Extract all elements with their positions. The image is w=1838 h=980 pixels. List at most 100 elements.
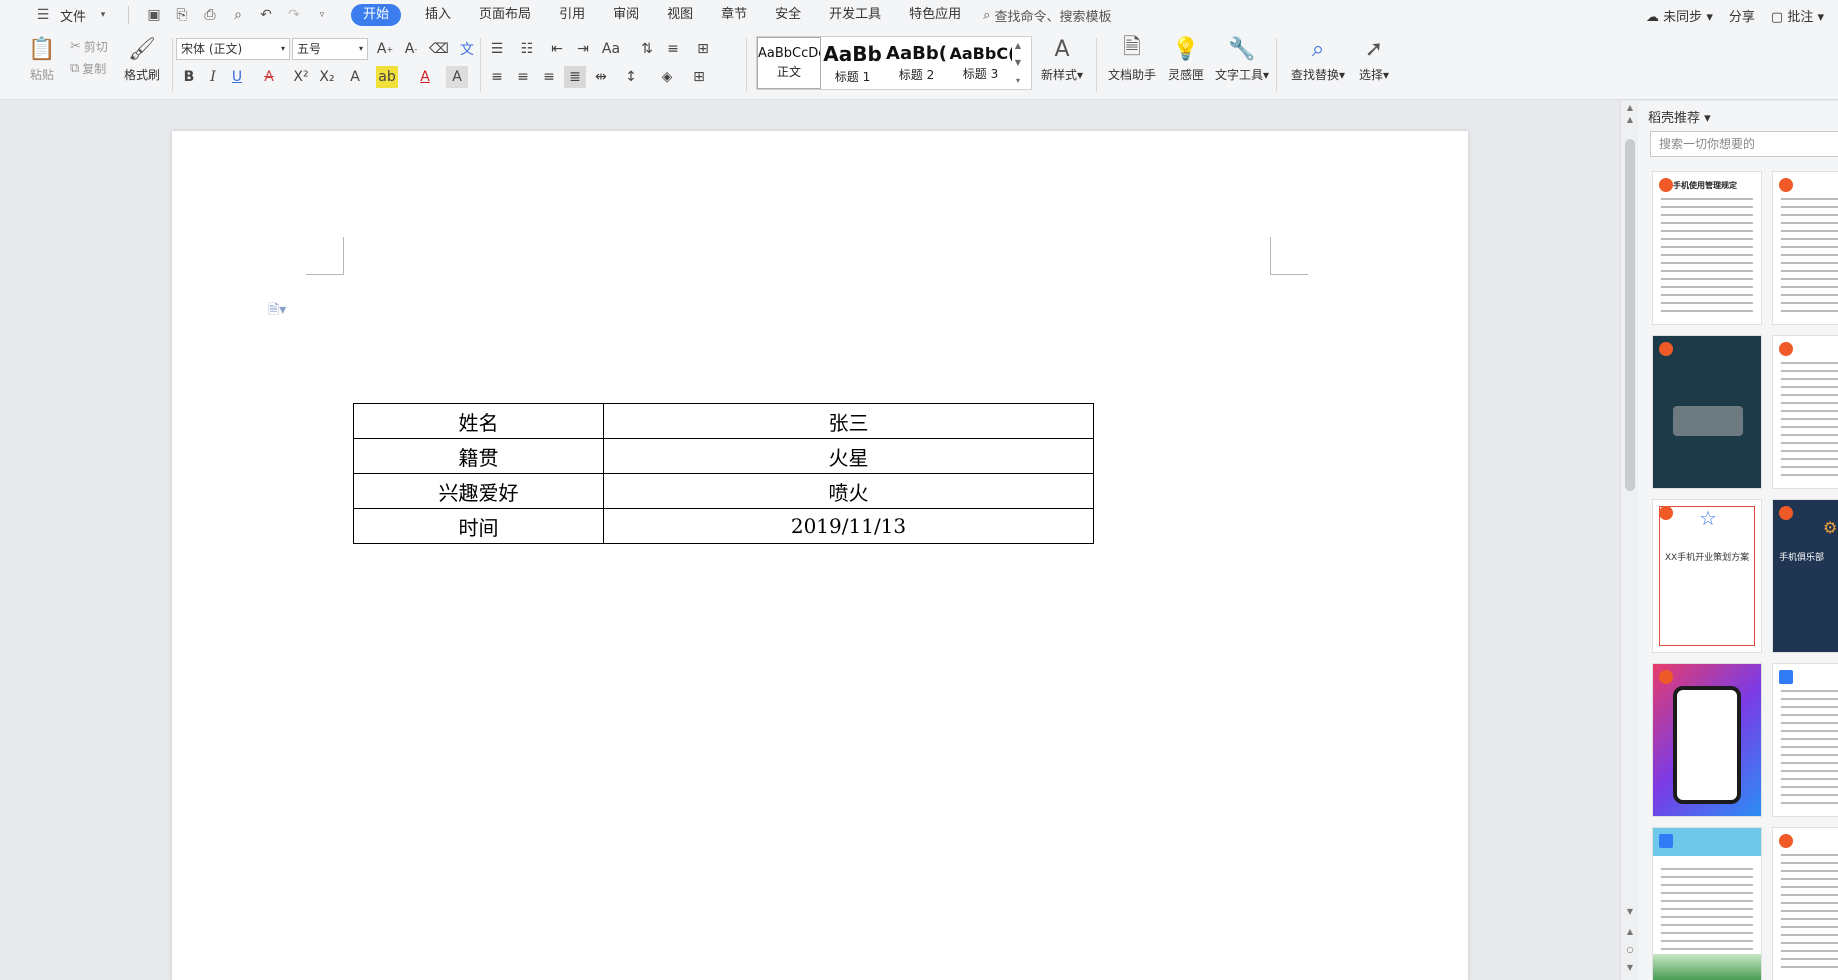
pane-title[interactable]: 稻壳推荐 ▾: [1648, 107, 1711, 126]
grow-font-icon[interactable]: A +: [374, 38, 396, 60]
table-cell[interactable]: 2019/11/13: [603, 508, 1094, 544]
print-preview-icon[interactable]: ⌕: [227, 4, 249, 26]
comment-button[interactable]: ▢ 批注 ▾: [1771, 6, 1824, 25]
shading-icon[interactable]: ◈: [656, 66, 678, 88]
print-icon[interactable]: ⎙: [199, 4, 221, 26]
sync-status[interactable]: ☁ 未同步 ▾: [1646, 6, 1713, 25]
doc-assistant-button[interactable]: 🗎 文档助手: [1104, 34, 1160, 83]
style-heading-3[interactable]: AaBbC( 标题 3: [949, 37, 1013, 89]
numbered-list-icon[interactable]: ☷: [516, 38, 538, 60]
tab-view[interactable]: 视图: [653, 0, 707, 30]
save-icon[interactable]: ▣: [143, 4, 165, 26]
template-search-input[interactable]: 搜索一切你想要的: [1650, 131, 1838, 157]
template-thumbnail[interactable]: [1772, 827, 1838, 980]
copy-button[interactable]: ⧉ 复制: [70, 60, 106, 77]
style-heading-2[interactable]: AaBb( 标题 2: [885, 37, 949, 89]
tab-review[interactable]: 审阅: [599, 0, 653, 30]
template-thumbnail[interactable]: [1652, 827, 1762, 980]
table-borders-icon[interactable]: ⊞: [688, 66, 710, 88]
template-thumbnail[interactable]: [1652, 663, 1762, 817]
tab-page-layout[interactable]: 页面布局: [465, 0, 545, 30]
table-cell[interactable]: 姓名: [353, 403, 604, 439]
redo-icon[interactable]: ↷: [283, 4, 305, 26]
clear-format-icon[interactable]: ⌫: [428, 38, 450, 60]
scroll-top-icon[interactable]: ▲: [1621, 115, 1639, 124]
customize-icon[interactable]: ▿: [311, 4, 333, 26]
style-normal[interactable]: AaBbCcDd 正文: [757, 37, 821, 89]
file-menu[interactable]: ☰ 文件 ▾: [24, 4, 122, 26]
align-center-icon[interactable]: ≡: [512, 66, 534, 88]
find-replace-button[interactable]: ⌕ 查找替换▾: [1290, 34, 1346, 83]
undo-icon[interactable]: ↶: [255, 4, 277, 26]
text-tools-button[interactable]: 🔧 文字工具▾: [1214, 34, 1270, 83]
select-browse-icon[interactable]: ○: [1621, 945, 1639, 954]
tab-insert[interactable]: 插入: [411, 0, 465, 30]
command-search[interactable]: ⌕ 查找命令、搜索模板: [983, 6, 1111, 25]
format-painter-button[interactable]: 🖌 格式刷: [114, 34, 170, 83]
table-cell[interactable]: 兴趣爱好: [353, 473, 604, 509]
cut-button[interactable]: ✂ 剪切: [70, 38, 108, 55]
template-thumbnail[interactable]: ☆ XX手机开业策划方案: [1652, 499, 1762, 653]
document-page[interactable]: 🗎▾ 姓名 张三 籍贯 火星 兴趣爱好 喷火 时间 2019/11/13: [172, 131, 1468, 980]
font-name-select[interactable]: 宋体 (正文) ▾: [176, 38, 290, 60]
tab-security[interactable]: 安全: [761, 0, 815, 30]
table-cell[interactable]: 张三: [603, 403, 1094, 439]
text-effect-icon[interactable]: A: [344, 66, 366, 88]
template-thumbnail[interactable]: ⚙ 手机俱乐部: [1772, 499, 1838, 653]
phonetic-guide-icon[interactable]: 文: [456, 38, 478, 60]
align-right-icon[interactable]: ≡: [538, 66, 560, 88]
tab-developer[interactable]: 开发工具: [815, 0, 895, 30]
template-thumbnail[interactable]: 手机使用管理规定: [1652, 171, 1762, 325]
scroll-thumb[interactable]: [1625, 139, 1635, 491]
table-cell[interactable]: 时间: [353, 508, 604, 544]
template-thumbnail[interactable]: [1772, 335, 1838, 489]
shrink-font-icon[interactable]: A-: [400, 38, 422, 60]
font-color-icon[interactable]: A: [414, 66, 436, 88]
table-cell[interactable]: 喷火: [603, 473, 1094, 509]
distributed-icon[interactable]: ⇹: [590, 66, 612, 88]
table-cell[interactable]: 籍贯: [353, 438, 604, 474]
template-thumbnail[interactable]: [1772, 171, 1838, 325]
highlight-icon[interactable]: ab: [376, 66, 398, 88]
borders-icon[interactable]: ⊞: [692, 38, 714, 60]
export-pdf-icon[interactable]: ⎘: [171, 4, 193, 26]
gallery-scroll[interactable]: ▲ ▼ ▾: [1013, 37, 1023, 89]
paste-button[interactable]: 📋 粘贴: [14, 34, 70, 83]
font-size-select[interactable]: 五号 ▾: [292, 38, 368, 60]
tab-home[interactable]: 开始: [351, 4, 402, 26]
italic-icon[interactable]: I: [202, 66, 224, 88]
new-style-button[interactable]: A 新样式▾: [1034, 34, 1090, 83]
tab-references[interactable]: 引用: [545, 0, 599, 30]
style-heading-1[interactable]: AaBb 标题 1: [821, 37, 885, 89]
prev-page-icon[interactable]: ▲: [1621, 927, 1639, 936]
scroll-up-icon[interactable]: ▲: [1621, 103, 1639, 112]
scroll-down-icon[interactable]: ▼: [1621, 907, 1639, 916]
char-shading-icon[interactable]: A: [446, 66, 468, 88]
superscript-icon[interactable]: X²: [290, 66, 312, 88]
decrease-indent-icon[interactable]: ⇤: [546, 38, 568, 60]
justify-icon[interactable]: ≣: [564, 66, 586, 88]
increase-indent-icon[interactable]: ⇥: [572, 38, 594, 60]
paragraph-spacing-icon[interactable]: ↕: [620, 66, 642, 88]
sort-icon[interactable]: ⇅: [636, 38, 658, 60]
line-spacing-icon[interactable]: ≡: [662, 38, 684, 60]
tab-special-apps[interactable]: 特色应用: [895, 0, 975, 30]
next-page-icon[interactable]: ▼: [1621, 963, 1639, 972]
bullet-list-icon[interactable]: ☰: [486, 38, 508, 60]
bold-icon[interactable]: B: [178, 66, 200, 88]
align-left-icon[interactable]: ≡: [486, 66, 508, 88]
change-case-icon[interactable]: Aa: [600, 38, 622, 60]
inspiration-button[interactable]: 💡 灵感匣: [1158, 34, 1214, 83]
table-cell[interactable]: 火星: [603, 438, 1094, 474]
subscript-icon[interactable]: X₂: [316, 66, 338, 88]
select-button[interactable]: ➚ 选择▾: [1346, 34, 1402, 83]
template-thumbnail[interactable]: [1772, 663, 1838, 817]
share-button[interactable]: 分享: [1729, 6, 1755, 25]
underline-icon[interactable]: U: [226, 66, 248, 88]
tab-chapter[interactable]: 章节: [707, 0, 761, 30]
paragraph-options-icon[interactable]: 🗎▾: [268, 299, 286, 323]
document-workspace[interactable]: 🗎▾ 姓名 张三 籍贯 火星 兴趣爱好 喷火 时间 2019/11/13: [14, 101, 1620, 980]
template-thumbnail[interactable]: [1652, 335, 1762, 489]
strikethrough-icon[interactable]: A: [258, 66, 280, 88]
vertical-scrollbar[interactable]: ▲ ▲ ▼ ▲ ○ ▼: [1620, 101, 1638, 980]
